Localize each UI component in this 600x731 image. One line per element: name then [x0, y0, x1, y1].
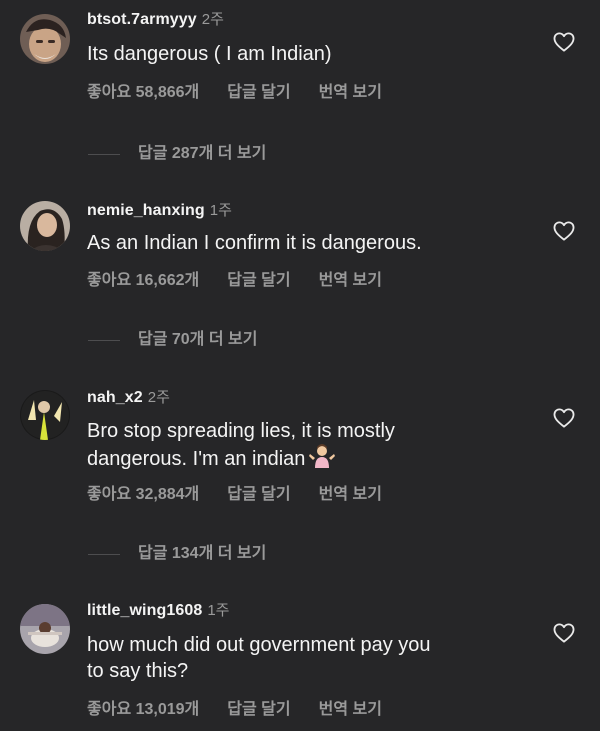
replies-divider [88, 339, 120, 341]
likes-count[interactable]: 좋아요 16,662개 [87, 271, 199, 291]
replies-divider [88, 153, 120, 155]
username[interactable]: little_wing1608 [87, 602, 202, 619]
comment-age: 2주 [201, 11, 224, 28]
reply-button[interactable]: 답글 달기 [227, 271, 290, 291]
avatar[interactable] [20, 14, 70, 64]
view-replies-button[interactable]: 답글 70개 더 보기 [88, 330, 257, 350]
comment-text-line: dangerous. I'm an indian [87, 448, 306, 470]
likes-count[interactable]: 좋아요 32,884개 [87, 485, 199, 505]
comment-text-line: how much did out government pay you [87, 634, 431, 656]
view-replies-label[interactable]: 답글 134개 더 보기 [138, 545, 266, 562]
heart-icon[interactable] [553, 623, 575, 643]
comment-text: Its dangerous ( I am Indian) [87, 43, 332, 65]
comment-age: 1주 [209, 202, 232, 219]
comment-age: 2주 [147, 389, 170, 406]
view-replies-label[interactable]: 답글 287개 더 보기 [138, 145, 266, 162]
comment-text: As an Indian I confirm it is dangerous. [87, 232, 422, 254]
translate-button[interactable]: 번역 보기 [319, 700, 382, 720]
avatar[interactable] [20, 604, 70, 654]
avatar[interactable] [20, 201, 70, 251]
view-replies-button[interactable]: 답글 287개 더 보기 [88, 144, 266, 164]
username[interactable]: nemie_hanxing [87, 202, 205, 219]
heart-icon[interactable] [553, 408, 575, 428]
translate-button[interactable]: 번역 보기 [319, 83, 382, 103]
view-replies-button[interactable]: 답글 134개 더 보기 [88, 544, 266, 564]
view-replies-label[interactable]: 답글 70개 더 보기 [138, 331, 257, 348]
reply-button[interactable]: 답글 달기 [227, 83, 290, 103]
comment-age: 1주 [207, 602, 230, 619]
avatar[interactable] [20, 390, 70, 440]
translate-button[interactable]: 번역 보기 [319, 485, 382, 505]
translate-button[interactable]: 번역 보기 [319, 271, 382, 291]
likes-count[interactable]: 좋아요 13,019개 [87, 700, 199, 720]
comment-text-line: Bro stop spreading lies, it is mostly [87, 420, 395, 442]
username[interactable]: nah_x2 [87, 389, 143, 406]
likes-count[interactable]: 좋아요 58,866개 [87, 83, 199, 103]
replies-divider [88, 553, 120, 555]
heart-icon[interactable] [553, 221, 575, 241]
comment-text-line: to say this? [87, 660, 189, 682]
username[interactable]: btsot.7armyyy [87, 11, 197, 28]
reply-button[interactable]: 답글 달기 [227, 485, 290, 505]
reply-button[interactable]: 답글 달기 [227, 700, 290, 720]
person-shrugging-emoji [309, 444, 336, 475]
heart-icon[interactable] [553, 32, 575, 52]
